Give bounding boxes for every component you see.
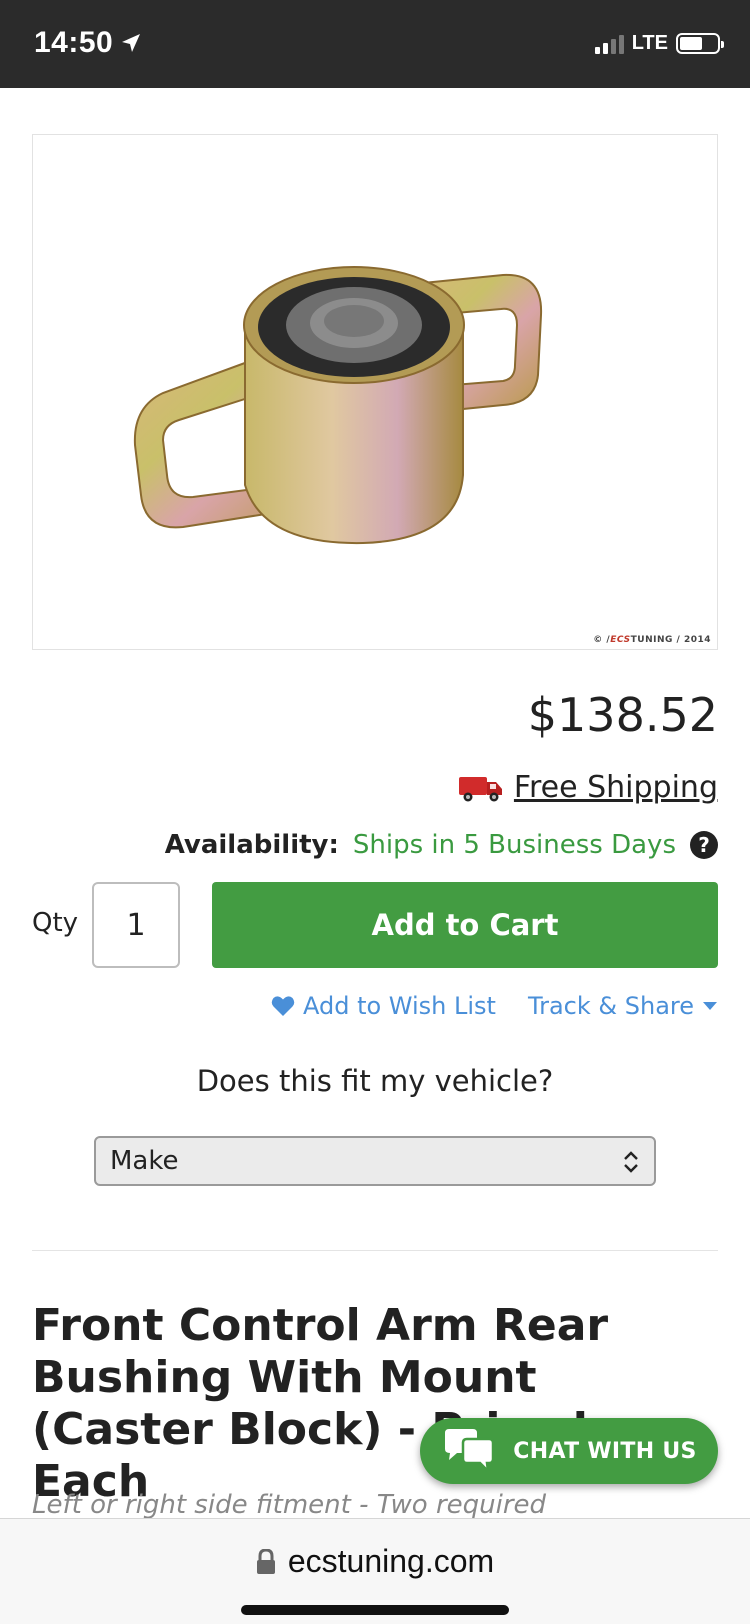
status-time: 14:50 [34, 26, 143, 60]
select-arrows-icon [624, 1151, 638, 1173]
add-to-wish-list-link[interactable]: Add to Wish List [271, 992, 496, 1020]
lock-icon [256, 1548, 275, 1574]
status-bar: 14:50 LTE [0, 0, 750, 88]
url-text: ecstuning.com [287, 1543, 495, 1579]
track-share-dropdown[interactable]: Track & Share [528, 992, 718, 1020]
fitment-note: Left or right side fitment - Two require… [32, 1490, 547, 1520]
delivery-truck-icon [458, 776, 502, 801]
browser-bottom-bar: ecstuning.com [0, 1518, 750, 1624]
home-indicator[interactable] [241, 1605, 509, 1615]
caret-down-icon [703, 1002, 717, 1010]
qty-label: Qty [32, 908, 79, 938]
add-to-cart-button[interactable]: Add to Cart [212, 882, 718, 968]
availability-label: Availability: [164, 830, 339, 860]
availability-value: Ships in 5 Business Days [352, 830, 676, 860]
image-watermark: © /ECSTUNING / 2014 [593, 635, 711, 645]
make-select-value: Make [110, 1146, 179, 1176]
product-price: $138.52 [527, 688, 718, 742]
signal-icon [594, 34, 624, 54]
help-icon[interactable]: ? [690, 831, 718, 859]
track-share-label: Track & Share [527, 992, 694, 1020]
section-divider [32, 1250, 718, 1251]
product-actions: Add to Wish List Track & Share [271, 992, 718, 1020]
chat-with-us-button[interactable]: CHAT WITH US [420, 1418, 718, 1484]
wish-list-label: Add to Wish List [302, 992, 496, 1020]
free-shipping-link[interactable]: Free Shipping [514, 770, 718, 805]
battery-icon [676, 33, 724, 54]
product-image[interactable]: © /ECSTUNING / 2014 [32, 134, 718, 650]
make-select[interactable]: Make [94, 1136, 656, 1186]
network-type: LTE [631, 32, 668, 54]
fit-question: Does this fit my vehicle? [196, 1064, 554, 1098]
address-bar[interactable]: ecstuning.com [0, 1543, 750, 1580]
chat-bubbles-icon [445, 1429, 495, 1473]
status-time-text: 14:50 [34, 26, 114, 59]
location-arrow-icon [122, 34, 141, 52]
chat-label: CHAT WITH US [513, 1438, 697, 1464]
heart-icon [271, 996, 295, 1016]
qty-input[interactable] [92, 882, 180, 968]
free-shipping[interactable]: Free Shipping [458, 770, 718, 805]
availability: Availability: Ships in 5 Business Days ? [165, 830, 718, 860]
bushing-illustration [133, 266, 543, 545]
status-indicators: LTE [594, 32, 724, 55]
